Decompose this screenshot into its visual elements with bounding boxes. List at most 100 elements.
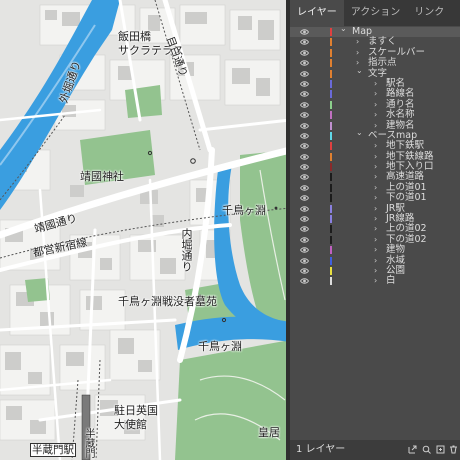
eye-icon[interactable]: [300, 277, 309, 285]
layer-row[interactable]: › 水名称: [290, 109, 460, 121]
layer-color-swatch: [330, 225, 332, 234]
layer-color-swatch: [330, 28, 332, 36]
eye-icon[interactable]: [300, 153, 309, 161]
panel-tabs: レイヤー アクション リンク: [290, 0, 460, 26]
eye-icon[interactable]: [300, 246, 309, 254]
chevron-right-icon[interactable]: ›: [374, 256, 377, 266]
chevron-right-icon[interactable]: ›: [374, 224, 377, 234]
eye-icon[interactable]: [300, 28, 309, 36]
layer-row[interactable]: › 路線名: [290, 88, 460, 99]
layer-row[interactable]: ⌄ ベースmap: [290, 128, 460, 141]
tab-links[interactable]: リンク: [407, 0, 451, 26]
new-layer-icon[interactable]: [436, 445, 445, 454]
chevron-right-icon[interactable]: ›: [356, 48, 359, 58]
eye-icon[interactable]: [300, 49, 309, 57]
eye-icon[interactable]: [300, 101, 309, 109]
eye-icon[interactable]: [300, 70, 309, 78]
layer-row[interactable]: › JR駅: [290, 203, 460, 214]
layer-row[interactable]: › 下の道01: [290, 192, 460, 203]
eye-icon[interactable]: [300, 205, 309, 213]
eye-icon[interactable]: [300, 80, 309, 88]
layer-row[interactable]: › 駅名: [290, 78, 460, 89]
eye-icon[interactable]: [300, 122, 309, 130]
chevron-right-icon[interactable]: ›: [374, 141, 377, 151]
eye-icon[interactable]: [300, 267, 309, 275]
layer-color-swatch: [330, 235, 332, 244]
layer-color-swatch: [330, 38, 332, 47]
chevron-right-icon[interactable]: ›: [374, 276, 377, 286]
layer-row[interactable]: › 上の道01: [290, 182, 460, 193]
eye-icon[interactable]: [300, 163, 309, 171]
chevron-right-icon[interactable]: ›: [374, 266, 377, 276]
panel-footer: 1 レイヤー: [290, 440, 460, 460]
layer-row[interactable]: › 白: [290, 275, 460, 286]
search-icon[interactable]: [422, 445, 431, 454]
eye-icon[interactable]: [300, 142, 309, 150]
layer-row[interactable]: › 高速道路: [290, 172, 460, 182]
map-canvas[interactable]: 外堀通り 飯田橋 サクラテラス 目白通り 靖國神社 靖國通り 都営新宿線 内堀通…: [0, 0, 290, 460]
layer-row[interactable]: › 公園: [290, 265, 460, 276]
chevron-right-icon[interactable]: ›: [374, 183, 377, 193]
layer-name: 水名称: [386, 109, 415, 121]
chevron-right-icon[interactable]: ›: [374, 89, 377, 99]
eye-icon[interactable]: [300, 184, 309, 192]
map-label-chidorigafuchi: 千鳥ヶ淵: [222, 204, 266, 217]
layer-row[interactable]: › 下の道02: [290, 234, 460, 245]
eye-icon[interactable]: [300, 257, 309, 265]
eye-icon[interactable]: [300, 173, 309, 181]
tab-layers[interactable]: レイヤー: [290, 0, 344, 26]
eye-icon[interactable]: [300, 90, 309, 98]
layer-row[interactable]: › 地下鉄駅: [290, 140, 460, 151]
tab-actions[interactable]: アクション: [344, 0, 408, 26]
chevron-right-icon[interactable]: ›: [374, 193, 377, 203]
layer-color-swatch: [330, 204, 332, 213]
chevron-down-icon[interactable]: ⌄: [356, 128, 363, 138]
layer-color-swatch: [330, 173, 332, 182]
layer-row[interactable]: › 地下入り口: [290, 161, 460, 172]
layer-color-swatch: [330, 215, 332, 224]
chevron-right-icon[interactable]: ›: [356, 37, 359, 47]
layer-row[interactable]: › 水域: [290, 255, 460, 266]
layer-row[interactable]: › 建物: [290, 244, 460, 255]
trash-icon[interactable]: [449, 445, 458, 454]
layers-panel: レイヤー アクション リンク ⌄ Map › ますく › スケールバー › 指示点 ⌄ 文字 › 駅名…: [290, 0, 460, 460]
eye-icon[interactable]: [300, 59, 309, 67]
chevron-right-icon[interactable]: ›: [374, 214, 377, 224]
layer-row[interactable]: › 上の道02: [290, 224, 460, 234]
layer-color-swatch: [330, 142, 332, 151]
layer-color-swatch: [330, 256, 332, 265]
chevron-right-icon[interactable]: ›: [374, 100, 377, 110]
chevron-down-icon[interactable]: ⌄: [356, 66, 363, 76]
chevron-right-icon[interactable]: ›: [374, 162, 377, 172]
layer-color-swatch: [330, 277, 332, 286]
layer-color-swatch: [330, 266, 332, 275]
eye-icon[interactable]: [300, 236, 309, 244]
eye-icon[interactable]: [300, 194, 309, 202]
eye-icon[interactable]: [300, 215, 309, 223]
layer-row[interactable]: › JR線路: [290, 213, 460, 224]
layer-count: 1 レイヤー: [296, 444, 346, 455]
eye-icon[interactable]: [300, 111, 309, 119]
chevron-right-icon[interactable]: ›: [374, 245, 377, 255]
chevron-right-icon[interactable]: ›: [374, 172, 377, 182]
chevron-right-icon[interactable]: ›: [374, 152, 377, 162]
map-label-chidorigafuchi-water: 千鳥ヶ淵: [198, 340, 242, 353]
layer-row[interactable]: › 指示点: [290, 57, 460, 68]
layer-row[interactable]: › 地下鉄線路: [290, 151, 460, 162]
layer-color-swatch: [330, 183, 332, 192]
chevron-right-icon[interactable]: ›: [374, 235, 377, 245]
map-label-chidorigafuchi-cemetery: 千鳥ヶ淵戦没者墓苑: [118, 295, 217, 308]
layer-list: ⌄ Map › ますく › スケールバー › 指示点 ⌄ 文字 › 駅名 › 路線名 › 通り名 › 水名称 › 建物…: [290, 24, 460, 287]
layer-color-swatch: [330, 111, 332, 120]
export-icon[interactable]: [408, 445, 417, 454]
layer-row[interactable]: ⌄ 文字: [290, 66, 460, 79]
chevron-right-icon[interactable]: ›: [374, 79, 377, 89]
eye-icon[interactable]: [300, 132, 309, 140]
chevron-right-icon[interactable]: ›: [374, 204, 377, 214]
layer-color-swatch: [330, 100, 332, 109]
layer-row[interactable]: › 通り名: [290, 99, 460, 110]
chevron-down-icon[interactable]: ⌄: [340, 24, 347, 34]
eye-icon[interactable]: [300, 225, 309, 233]
chevron-right-icon[interactable]: ›: [374, 110, 377, 120]
eye-icon[interactable]: [300, 38, 309, 46]
